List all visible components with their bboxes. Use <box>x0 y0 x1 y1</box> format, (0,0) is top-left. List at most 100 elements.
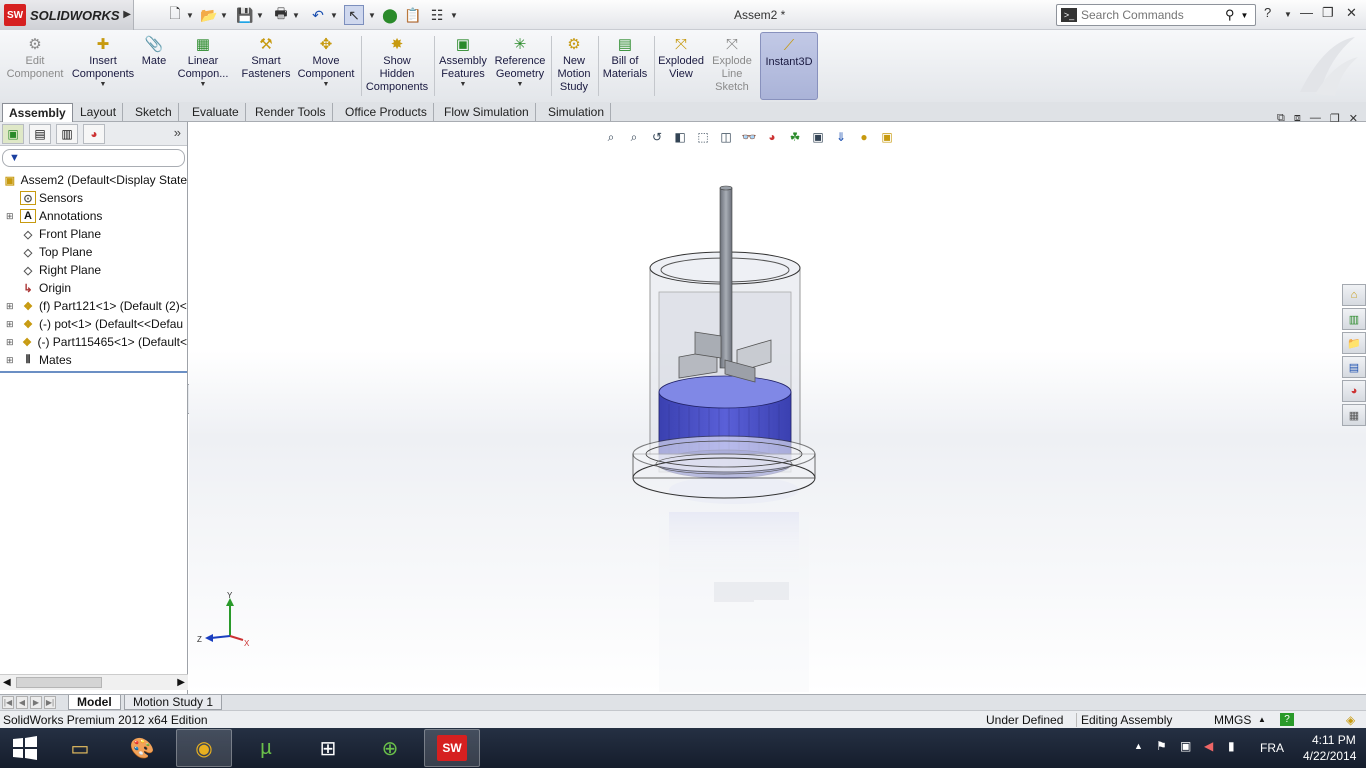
tree-item-mates[interactable]: ⊞ ⦀ Mates <box>0 351 187 369</box>
battery-icon[interactable]: ▮ <box>1228 739 1235 753</box>
apps-icon[interactable]: ⊞ <box>300 729 356 767</box>
scroll-left-icon[interactable]: ◀ <box>3 677 11 688</box>
select-dropdown-icon[interactable]: ▼ <box>368 5 376 25</box>
undo-dropdown-icon[interactable]: ▼ <box>330 5 338 25</box>
tree-rollback-bar[interactable] <box>0 371 187 373</box>
clock-time[interactable]: 4:11 PM <box>1312 733 1356 747</box>
tree-item-sensors[interactable]: ⊙ Sensors <box>0 189 187 207</box>
view-palette-icon[interactable]: ▤ <box>1342 356 1366 378</box>
file-explorer-pane-icon[interactable]: 📁 <box>1342 332 1366 354</box>
open-folder-icon[interactable]: 📂 <box>200 5 218 25</box>
tree-item-right-plane[interactable]: ◇ Right Plane <box>0 261 187 279</box>
open-dropdown-icon[interactable]: ▼ <box>220 5 228 25</box>
property-manager-tab-icon[interactable]: ▤ <box>29 123 51 144</box>
options-dropdown-icon[interactable]: ▼ <box>450 5 458 25</box>
insert-dropdown-icon[interactable]: ▼ <box>100 81 107 89</box>
tab-evaluate[interactable]: Evaluate <box>186 103 246 122</box>
units-selector[interactable]: MMGS <box>1214 713 1251 727</box>
tree-item-annotations[interactable]: ⊞ A Annotations <box>0 207 187 225</box>
tab-office-products[interactable]: Office Products <box>339 103 434 122</box>
more-tabs-icon[interactable]: » <box>174 125 181 140</box>
new-document-icon[interactable]: 🗋 <box>166 5 184 25</box>
edit-appearance-icon[interactable]: ◕ <box>762 128 782 146</box>
expand-icon[interactable]: ⊞ <box>6 319 14 330</box>
tab-model[interactable]: Model <box>68 695 121 710</box>
solidworks-resources-icon[interactable]: ⌂ <box>1342 284 1366 306</box>
display-manager-tab-icon[interactable]: ◕ <box>83 123 105 144</box>
feature-tree-tab-icon[interactable]: ▣ <box>2 123 24 144</box>
search-input[interactable] <box>1081 8 1221 22</box>
volume-muted-icon[interactable]: ◀ <box>1204 739 1213 753</box>
tab-layout[interactable]: Layout <box>74 103 124 122</box>
scrollbar-thumb[interactable] <box>16 677 102 688</box>
reference-geometry-button[interactable]: ✳ Reference Geometry ▼ <box>492 32 548 100</box>
close-icon[interactable]: ✕ <box>1346 5 1357 21</box>
previous-view-icon[interactable]: ↺ <box>647 128 667 146</box>
quick-tips-icon[interactable]: ? <box>1280 713 1294 726</box>
chrome-icon[interactable]: ◉ <box>176 729 232 767</box>
help-icon[interactable]: ? <box>1264 5 1271 20</box>
move-component-dropdown-icon[interactable]: ▼ <box>323 81 330 89</box>
prev-tab-icon[interactable]: ◀ <box>16 696 28 709</box>
panel-horizontal-scrollbar[interactable]: ◀ ▶ <box>0 674 188 690</box>
rebuild-traffic-light-icon[interactable]: ⬤ <box>382 5 398 25</box>
restore-icon[interactable]: ❐ <box>1322 5 1334 21</box>
tree-item-part115465[interactable]: ⊞ ❖ (-) Part115465<1> (Default< <box>0 333 187 351</box>
file-explorer-icon[interactable]: ▭ <box>52 729 108 767</box>
tree-item-front-plane[interactable]: ◇ Front Plane <box>0 225 187 243</box>
hide-show-items-icon[interactable]: 👓 <box>739 128 759 146</box>
exploded-view-button[interactable]: ⤧ Exploded View <box>656 32 706 100</box>
apply-scene-icon[interactable]: ☘ <box>785 128 805 146</box>
clock-date[interactable]: 4/22/2014 <box>1303 749 1356 763</box>
print-dropdown-icon[interactable]: ▼ <box>292 5 300 25</box>
view-orientation-icon[interactable]: ⬚ <box>693 128 713 146</box>
tab-simulation[interactable]: Simulation <box>542 103 612 122</box>
appearances-scenes-icon[interactable]: ◕ <box>1342 380 1366 402</box>
design-library-icon[interactable]: ▥ <box>1342 308 1366 330</box>
tree-item-part121[interactable]: ⊞ ❖ (f) Part121<1> (Default (2)< <box>0 297 187 315</box>
tab-sketch[interactable]: Sketch <box>129 103 179 122</box>
insert-components-button[interactable]: ✚ Insert Components ▼ <box>70 32 136 100</box>
move-component-button[interactable]: ✥ Move Component ▼ <box>296 32 356 100</box>
tab-render-tools[interactable]: Render Tools <box>249 103 333 122</box>
tree-item-pot[interactable]: ⊞ ❖ (-) pot<1> (Default<<Defau <box>0 315 187 333</box>
save-icon[interactable]: 💾 <box>236 5 254 25</box>
display-style-icon[interactable]: ◫ <box>716 128 736 146</box>
instant3d-button[interactable]: ⟋ Instant3D <box>760 32 818 100</box>
expand-icon[interactable]: ⊞ <box>6 211 14 222</box>
search-commands-box[interactable]: >_ ⚲ ▼ <box>1056 4 1256 26</box>
show-hidden-components-button[interactable]: ✸ Show Hidden Components <box>364 32 430 100</box>
tab-motion-study-1[interactable]: Motion Study 1 <box>124 695 223 710</box>
search-icon[interactable]: ⚲ <box>1225 7 1235 23</box>
smart-fasteners-button[interactable]: ⚒ Smart Fasteners <box>238 32 294 100</box>
explode-line-sketch-button[interactable]: ⤧ Explode Line Sketch <box>708 32 756 100</box>
new-dropdown-icon[interactable]: ▼ <box>186 5 194 25</box>
language-indicator[interactable]: FRA <box>1260 741 1284 755</box>
configuration-manager-tab-icon[interactable]: ▥ <box>56 123 78 144</box>
save-dropdown-icon[interactable]: ▼ <box>256 5 264 25</box>
next-tab-icon[interactable]: ▶ <box>30 696 42 709</box>
reference-geometry-dropdown-icon[interactable]: ▼ <box>517 81 524 89</box>
view-settings-icon[interactable]: ▣ <box>808 128 828 146</box>
solidworks-icon[interactable]: SW <box>424 729 480 767</box>
photoview-icon[interactable]: ▣ <box>877 128 897 146</box>
assembly-features-button[interactable]: ▣ Assembly Features ▼ <box>437 32 489 100</box>
utorrent-icon[interactable]: µ <box>238 729 294 767</box>
last-tab-icon[interactable]: ▶| <box>44 696 56 709</box>
tree-root-assembly[interactable]: ▣ Assem2 (Default<Display State <box>0 171 187 189</box>
units-dropdown-icon[interactable]: ▲ <box>1258 715 1266 724</box>
print-icon[interactable]: 🖶 <box>272 5 290 25</box>
zoom-to-area-icon[interactable]: ⌕ <box>624 128 644 146</box>
tree-filter[interactable]: ▼ <box>2 149 185 167</box>
expand-icon[interactable]: ⊞ <box>6 301 14 312</box>
solidworks-menu-button[interactable]: SW SOLIDWORKS ▶ <box>0 0 134 30</box>
expand-icon[interactable]: ⊞ <box>6 355 14 366</box>
action-center-flag-icon[interactable]: ⚑ <box>1156 739 1167 753</box>
new-motion-study-button[interactable]: ⚙ New Motion Study <box>554 32 594 100</box>
custom-properties-icon[interactable]: ▦ <box>1342 404 1366 426</box>
tab-flow-simulation[interactable]: Flow Simulation <box>438 103 536 122</box>
network-tray-icon[interactable]: ▣ <box>1180 739 1191 753</box>
graphics-area[interactable]: ⧉ ⧈ — ❐ ✕ ⌕ ⌕ ↺ ◧ ⬚ ◫ 👓 ◕ ☘ ▣ ⇓ ● ▣ ⌂ ▥ … <box>189 112 1366 694</box>
edit-component-button[interactable]: ⚙ Edit Component <box>4 32 66 100</box>
section-view-icon[interactable]: ◧ <box>670 128 690 146</box>
